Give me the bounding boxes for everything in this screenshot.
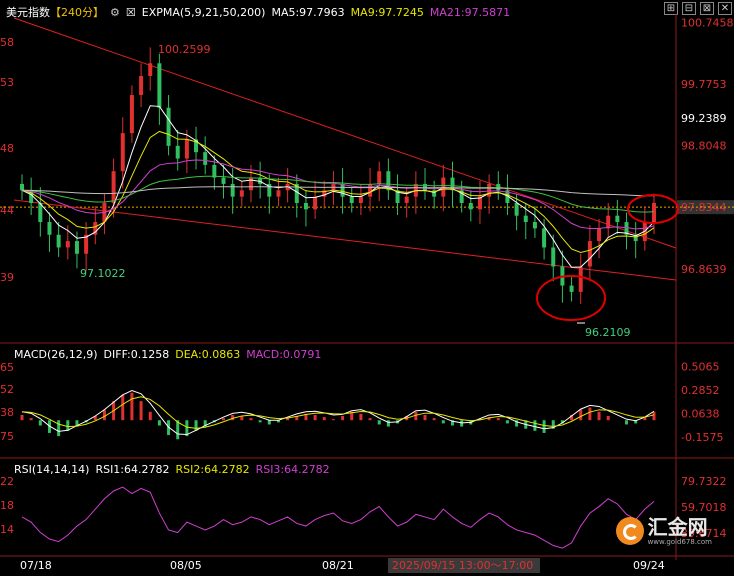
rsi-axis-tick-label: 79.7322 (681, 475, 727, 488)
candle-body (587, 241, 592, 267)
chart-canvas[interactable]: 100.7458 99.7753 99.2389 98.8048 97.8344 96.8… (0, 0, 734, 576)
right-axis-tick-label: 98.8048 (681, 140, 727, 153)
low-annotation: 97.1022 (80, 267, 126, 280)
macd-left-tick-label: 52 (0, 383, 14, 396)
x-axis-date-label: 09/24 (633, 559, 665, 572)
macd-axis-tick-label: 0.0638 (681, 407, 720, 420)
candle-body (578, 266, 583, 292)
rsi-left-tick-label: 18 (0, 499, 14, 512)
x-axis-date-label: 08/21 (322, 559, 354, 572)
candle-body (47, 222, 52, 235)
candle-body (212, 164, 217, 178)
candle-body (615, 215, 620, 223)
rsi-left-tick-label: 14 (0, 523, 14, 536)
left-axis-tick-label: 44 (0, 204, 14, 217)
left-axis-tick-label: 58 (0, 36, 14, 49)
candle-body (468, 202, 473, 210)
right-axis-tick-label: 96.8639 (681, 263, 727, 276)
candle-body (542, 228, 547, 248)
rsi-left-tick-label: 22 (0, 475, 14, 488)
candle-body (532, 222, 537, 229)
macd-left-tick-label: 38 (0, 406, 14, 419)
candle-body (221, 177, 226, 184)
candle-body (523, 215, 528, 223)
ma21-line (21, 159, 655, 230)
candle-body (368, 183, 373, 197)
highlight-circle (536, 275, 606, 321)
candle-body (157, 63, 162, 108)
candle-body (313, 196, 318, 210)
macd-left-tick-label: 75 (0, 430, 14, 443)
candle-body (303, 202, 308, 210)
x-axis-date-label: 07/18 (20, 559, 52, 572)
candle-body (652, 202, 656, 223)
candle-body (184, 139, 189, 159)
candle-body (148, 63, 153, 76)
right-axis-tick-label: 99.2389 (681, 112, 727, 125)
right-axis-tick-label: 100.7458 (681, 16, 734, 29)
ma5-line (21, 105, 655, 268)
candle-body (340, 183, 345, 197)
candle-body (248, 177, 253, 191)
candle-body (239, 190, 244, 197)
candle-body (20, 183, 24, 191)
high-annotation: 100.2599 (158, 43, 211, 56)
candle-body (166, 107, 171, 146)
candle-body (65, 241, 70, 248)
candle-body (56, 234, 61, 248)
candle-body (404, 196, 409, 203)
candle-body (487, 183, 492, 197)
macd-axis-tick-label: 0.2852 (681, 384, 720, 397)
macd-axis-tick-label: 0.5065 (681, 361, 720, 374)
candle-body (74, 241, 79, 254)
candle-body (569, 285, 574, 292)
left-axis-tick-label: 53 (0, 76, 14, 89)
candle-body (203, 152, 208, 165)
candle-body (139, 75, 144, 96)
rsi-axis-tick-label: 59.7018 (681, 501, 727, 514)
left-axis-tick-label: 39 (0, 271, 14, 284)
dea-line (21, 396, 655, 429)
candle-body (551, 247, 556, 267)
brand-name: 汇金网 (647, 515, 708, 539)
candle-body (358, 196, 363, 203)
brand-logo-icon (615, 517, 644, 545)
rsi-line (21, 486, 655, 549)
candle-body (111, 171, 116, 203)
candle-body (129, 95, 134, 134)
right-axis-tick-label: 99.7753 (681, 78, 727, 91)
watermark: 汇金网 www.gold678.com (615, 515, 712, 546)
brand-url: www.gold678.com (647, 538, 712, 546)
diff-line (21, 390, 655, 436)
macd-left-tick-label: 65 (0, 361, 14, 374)
candle-body (597, 228, 602, 242)
low-annotation: 96.2109 (585, 326, 631, 339)
candle-body (377, 171, 382, 184)
candle-body (349, 196, 354, 203)
ma200-line (21, 186, 655, 197)
candle-body (514, 202, 519, 216)
left-axis-tick-label: 48 (0, 142, 14, 155)
candle-body (120, 133, 125, 172)
candle-body (175, 145, 180, 159)
candle-body (230, 183, 235, 197)
crosshair-time-label: 2025/09/15 13:00～17:00 (392, 559, 533, 572)
candle-body (276, 190, 281, 197)
macd-axis-tick-label: -0.1575 (681, 431, 723, 444)
candle-body (606, 215, 611, 229)
right-axis-tick-label: 97.8344 (681, 201, 727, 214)
x-axis-date-label: 08/05 (170, 559, 202, 572)
